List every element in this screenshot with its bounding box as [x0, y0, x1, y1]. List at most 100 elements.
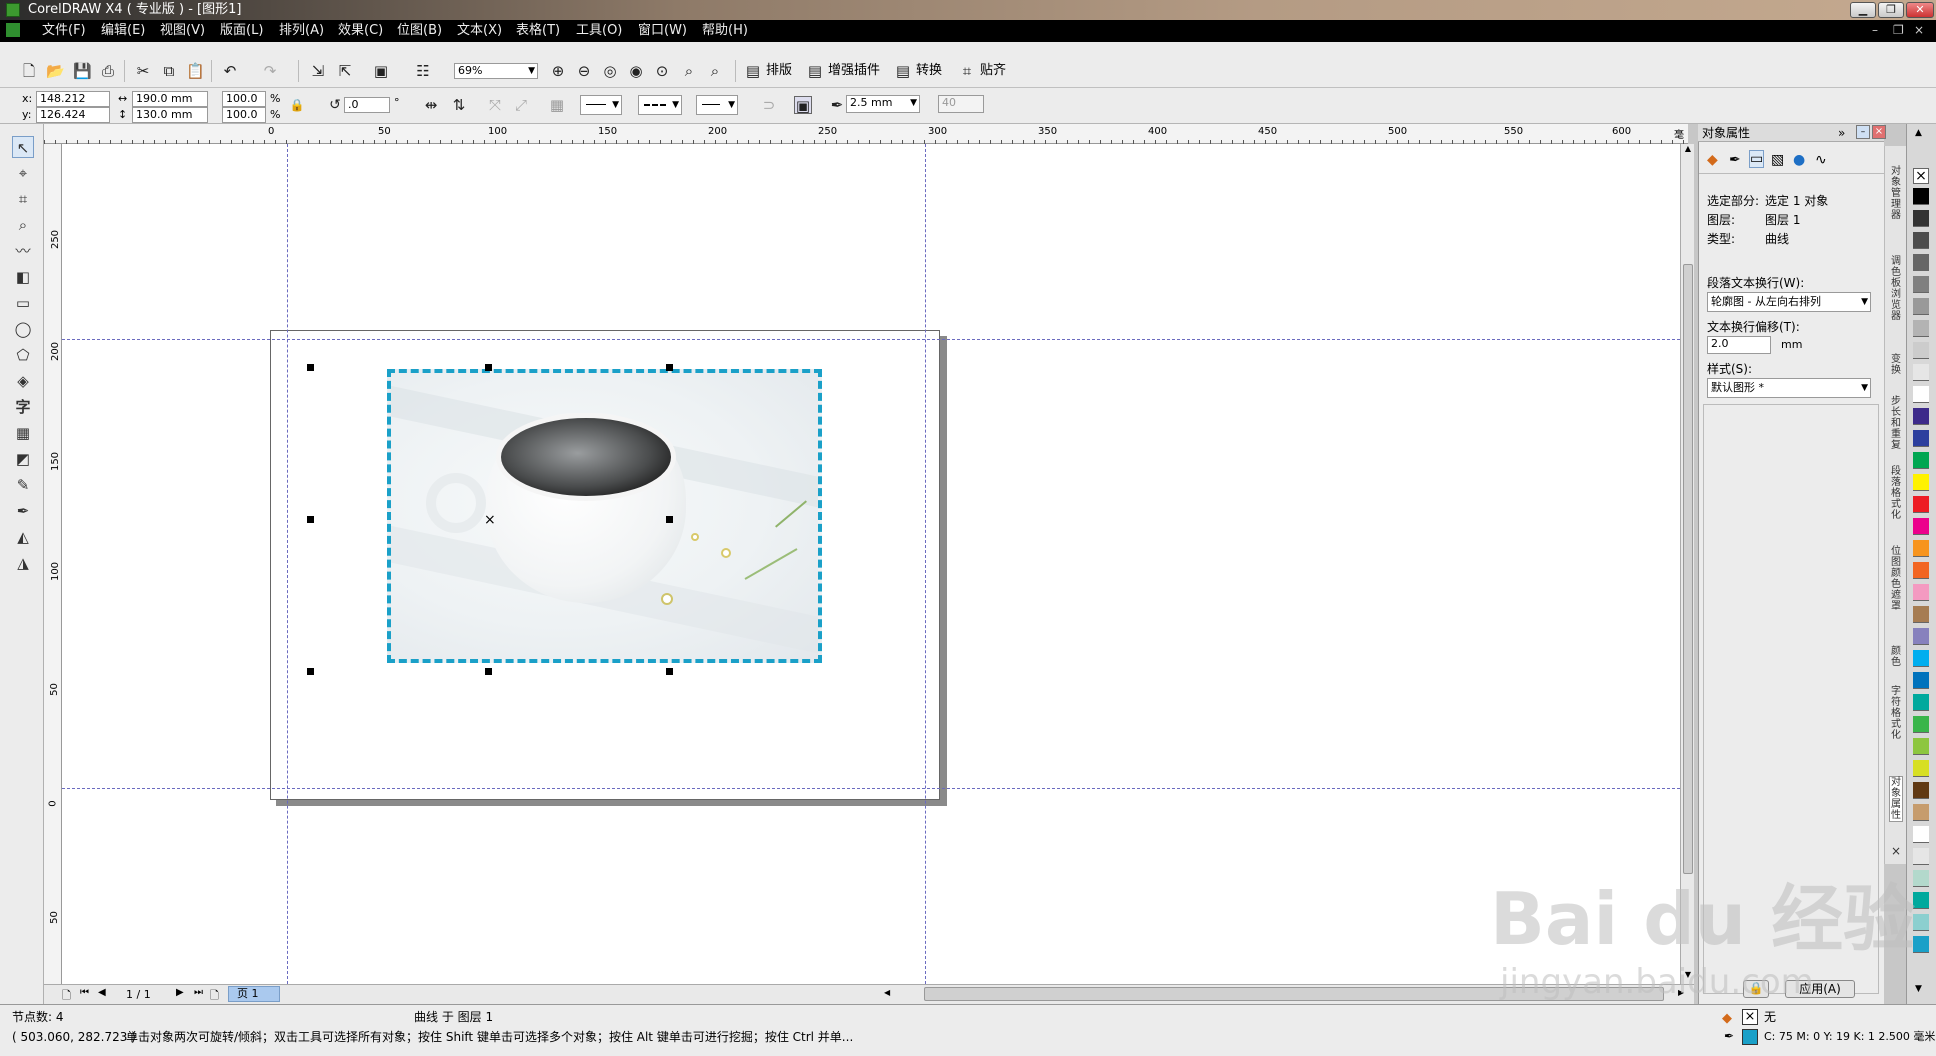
vertical-guideline[interactable] [287, 144, 288, 984]
menu-text[interactable]: 文本(X) [457, 22, 502, 40]
drawing-canvas[interactable]: × [62, 144, 1680, 984]
layout-icon[interactable]: ▤ [744, 62, 762, 80]
convert-button[interactable]: 转换 [916, 62, 942, 80]
menu-tools[interactable]: 工具(O) [576, 22, 622, 40]
docker-tab-object-properties[interactable]: 对象属性 [1889, 776, 1903, 822]
scale-y-field[interactable]: 100.0 [222, 107, 266, 123]
convert-icon[interactable]: ▤ [894, 62, 912, 80]
internet-tab-icon[interactable]: ● [1793, 152, 1805, 168]
palette-scroll-up-icon[interactable]: ▲ [1915, 128, 1922, 138]
zoom-page-icon[interactable]: ⊙ [653, 62, 671, 80]
color-swatch[interactable] [1913, 870, 1929, 887]
rotation-center-icon[interactable]: × [484, 512, 496, 528]
color-swatch[interactable] [1913, 804, 1929, 821]
undo-icon[interactable]: ↶ [221, 62, 239, 80]
interactive-fill-tool-icon[interactable]: ◮ [12, 552, 34, 574]
color-swatch[interactable] [1913, 408, 1929, 425]
docker-tab-color[interactable]: 颜色 [1889, 646, 1903, 668]
docker-tabs-close-icon[interactable]: × [1889, 845, 1903, 857]
application-launcher-icon[interactable]: ▣ [372, 62, 390, 80]
resize-handle[interactable] [666, 364, 673, 371]
color-swatch[interactable] [1913, 584, 1929, 601]
line-style-select[interactable]: ▼ [638, 95, 682, 115]
color-swatch[interactable] [1913, 760, 1929, 777]
paste-icon[interactable]: 📋 [186, 62, 205, 80]
page-tab[interactable]: 页 1 [228, 986, 280, 1002]
pick-tool-icon[interactable]: ↖ [12, 136, 34, 158]
summary-tab-icon[interactable]: ▧ [1771, 152, 1784, 168]
outline-tool-icon[interactable]: ✒ [12, 500, 34, 522]
color-swatch[interactable] [1913, 562, 1929, 579]
basic-shapes-tool-icon[interactable]: ◈ [12, 370, 34, 392]
no-color-swatch[interactable]: ⨯ [1913, 168, 1929, 184]
vertical-scroll-thumb[interactable] [1683, 264, 1693, 874]
resize-handle[interactable] [307, 516, 314, 523]
menu-view[interactable]: 视图(V) [160, 22, 205, 40]
zoom-tool-icon[interactable]: ⌕ [12, 214, 34, 236]
mirror-vertical-icon[interactable]: ⇅ [450, 96, 468, 114]
ungroup-icon[interactable]: ▦ [548, 96, 566, 114]
color-swatch[interactable] [1913, 914, 1929, 931]
selected-bitmap-object[interactable] [387, 369, 822, 663]
color-swatch[interactable] [1913, 782, 1929, 799]
offset-field[interactable]: 2.0 [1707, 336, 1771, 354]
rectangle-tool-icon[interactable]: ▭ [12, 292, 34, 314]
close-curve-icon[interactable]: ⊃ [760, 96, 778, 114]
color-swatch[interactable] [1913, 430, 1929, 447]
color-swatch[interactable] [1913, 386, 1929, 403]
ellipse-tool-icon[interactable]: ◯ [12, 318, 34, 340]
welcome-screen-icon[interactable]: ☷ [414, 62, 432, 80]
menu-bitmaps[interactable]: 位图(B) [397, 22, 442, 40]
color-swatch[interactable] [1913, 650, 1929, 667]
horizontal-guideline[interactable] [62, 339, 1680, 340]
crop-tool-icon[interactable]: ⌗ [12, 188, 34, 210]
docker-tab-transform[interactable]: 变换 [1889, 354, 1903, 376]
color-swatch[interactable] [1913, 298, 1929, 315]
zoom-out-icon[interactable]: ⊖ [575, 62, 593, 80]
vertical-scrollbar[interactable]: ▲ ▼ [1680, 144, 1694, 984]
menu-effects[interactable]: 效果(C) [338, 22, 383, 40]
previous-page-icon[interactable]: ◀ [98, 987, 106, 998]
extend-curve-icon[interactable]: ⤢ [512, 96, 530, 114]
height-field[interactable]: 130.0 mm [132, 107, 208, 123]
color-swatch[interactable] [1913, 606, 1929, 623]
curve-tab-icon[interactable]: ∿ [1815, 152, 1827, 168]
scale-x-field[interactable]: 100.0 [222, 91, 266, 107]
zoom-level-combo[interactable]: 69% ▼ [454, 63, 538, 79]
resize-handle[interactable] [307, 668, 314, 675]
width-field[interactable]: 190.0 mm [132, 91, 208, 107]
next-page-icon[interactable]: ▶ [176, 987, 184, 998]
wrap-text-icon[interactable]: ▣ [794, 96, 812, 115]
table-tool-icon[interactable]: ▦ [12, 422, 34, 444]
zoom-in-icon[interactable]: ⊕ [549, 62, 567, 80]
style-select[interactable]: 默认图形 * ▼ [1707, 378, 1871, 398]
color-swatch[interactable] [1913, 452, 1929, 469]
wrap-select[interactable]: 轮廓图 - 从左向右排列 ▼ [1707, 292, 1871, 312]
menu-table[interactable]: 表格(T) [516, 22, 560, 40]
plugins-icon[interactable]: ▤ [806, 62, 824, 80]
color-swatch[interactable] [1913, 474, 1929, 491]
palette-scroll-down-icon[interactable]: ▼ [1915, 984, 1922, 994]
vertical-guideline[interactable] [925, 144, 926, 984]
start-arrow-select[interactable]: ▼ [580, 95, 622, 115]
color-swatch[interactable] [1913, 826, 1929, 843]
general-tab-icon[interactable]: ▭ [1749, 150, 1765, 168]
color-swatch[interactable] [1913, 738, 1929, 755]
color-swatch[interactable] [1913, 276, 1929, 293]
color-swatch[interactable] [1913, 364, 1929, 381]
eyedropper-tool-icon[interactable]: ✎ [12, 474, 34, 496]
color-swatch[interactable] [1913, 496, 1929, 513]
open-icon[interactable]: 📂 [46, 62, 65, 80]
docker-tab-step-repeat[interactable]: 步长和重复 [1889, 396, 1903, 451]
resize-handle[interactable] [666, 516, 673, 523]
mirror-horizontal-icon[interactable]: ⇹ [422, 96, 440, 114]
zoom-width-icon[interactable]: ⌕ [680, 62, 698, 80]
color-swatch[interactable] [1913, 848, 1929, 865]
color-swatch[interactable] [1913, 320, 1929, 337]
cut-icon[interactable]: ✂ [134, 62, 152, 80]
color-swatch[interactable] [1913, 892, 1929, 909]
lock-icon[interactable]: 🔒 [1743, 980, 1769, 998]
horizontal-scroll-thumb[interactable] [924, 987, 1664, 1001]
scroll-down-icon[interactable]: ▼ [1682, 970, 1694, 982]
snap-icon[interactable]: ⌗ [958, 62, 976, 80]
